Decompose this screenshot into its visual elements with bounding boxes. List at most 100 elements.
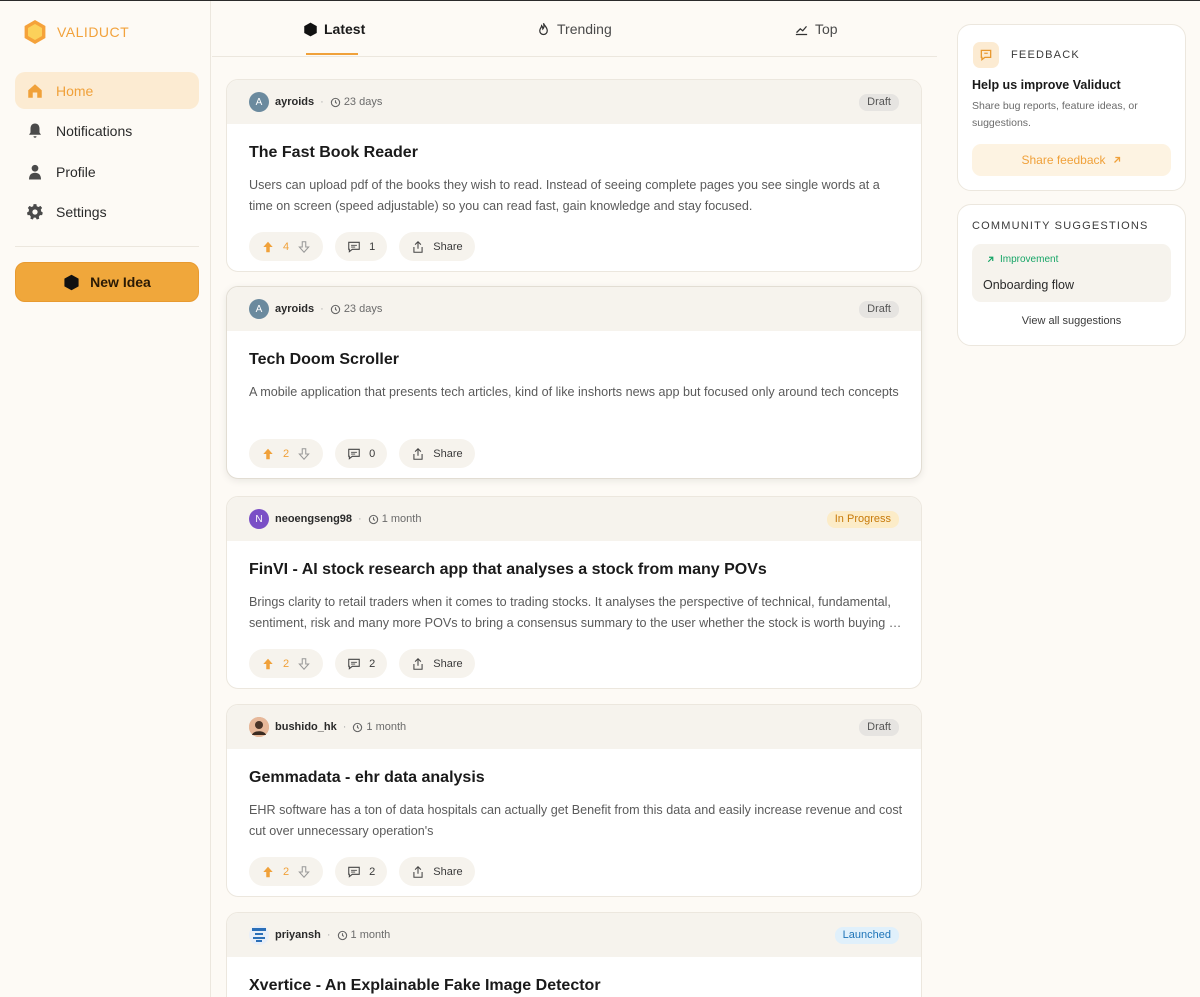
upvote-icon[interactable] bbox=[261, 865, 275, 879]
comments-button[interactable]: 0 bbox=[335, 439, 388, 468]
feedback-title: Help us improve Validuct bbox=[972, 78, 1121, 92]
sidebar-item-settings[interactable]: Settings bbox=[15, 194, 199, 231]
share-icon bbox=[413, 865, 423, 878]
arrow-up-right-icon bbox=[1113, 156, 1120, 163]
share-label: Share bbox=[433, 657, 463, 670]
status-badge: Draft bbox=[859, 301, 899, 318]
separator-dot: · bbox=[320, 303, 324, 315]
new-idea-label: New Idea bbox=[90, 274, 151, 290]
separator-dot: · bbox=[342, 721, 347, 733]
feedback-description: Share bug reports, feature ideas, or sug… bbox=[972, 100, 1138, 129]
brand-logo[interactable]: VALIDUCT bbox=[22, 19, 129, 45]
sidebar-item-profile[interactable]: Profile bbox=[15, 153, 199, 190]
clock-icon bbox=[337, 930, 347, 940]
time-label: 23 days bbox=[343, 303, 383, 315]
flame-icon bbox=[539, 22, 548, 35]
idea-card[interactable]: N neoengseng98 · 1 month In Progress Fin… bbox=[226, 496, 922, 689]
sidebar-item-home[interactable]: Home bbox=[15, 72, 199, 109]
suggestion-item[interactable]: Improvement Onboarding flow bbox=[972, 244, 1171, 302]
hexagon-icon bbox=[304, 22, 317, 36]
share-button[interactable]: Share bbox=[399, 439, 475, 468]
status-badge: Draft bbox=[859, 719, 899, 736]
comments-button[interactable]: 1 bbox=[335, 232, 388, 261]
author-name[interactable]: ayroids bbox=[275, 96, 314, 108]
author-name[interactable]: ayroids bbox=[275, 303, 314, 315]
author-name[interactable]: neoengseng98 bbox=[275, 513, 352, 525]
upvote-icon[interactable] bbox=[261, 447, 275, 461]
status-badge: Launched bbox=[834, 927, 899, 944]
idea-title[interactable]: Tech Doom Scroller bbox=[249, 351, 399, 369]
sidebar-item-label: Notifications bbox=[56, 123, 133, 139]
new-idea-button[interactable]: New Idea bbox=[15, 262, 199, 302]
share-icon bbox=[413, 657, 423, 670]
idea-title[interactable]: The Fast Book Reader bbox=[249, 144, 418, 162]
idea-description: Users can upload pdf of the books they w… bbox=[249, 178, 880, 213]
separator-dot: · bbox=[320, 96, 324, 108]
vote-count: 2 bbox=[283, 657, 290, 670]
avatar[interactable] bbox=[249, 925, 269, 945]
share-label: Share bbox=[433, 240, 463, 253]
time-label: 1 month bbox=[381, 513, 422, 525]
comments-button[interactable]: 2 bbox=[335, 857, 388, 886]
vote-control: 2 bbox=[249, 649, 324, 678]
time-label: 1 month bbox=[366, 721, 407, 733]
share-button[interactable]: Share bbox=[399, 857, 475, 886]
sidebar: VALIDUCT Home Notifications Profile Sett… bbox=[0, 1, 211, 997]
user-logo-icon bbox=[252, 928, 266, 942]
arrow-up-right-icon bbox=[987, 256, 994, 263]
idea-description: Brings clarity to retail traders when it… bbox=[249, 595, 900, 630]
user-photo-icon bbox=[249, 717, 269, 737]
time-label: 23 days bbox=[343, 96, 383, 108]
downvote-icon[interactable] bbox=[297, 447, 311, 461]
idea-card[interactable]: A ayroids · 23 days Draft The Fast Book … bbox=[226, 79, 922, 272]
author-name[interactable]: bushido_hk bbox=[275, 721, 337, 733]
card-header: priyansh · 1 month Launched bbox=[227, 913, 921, 957]
idea-card[interactable]: bushido_hk · 1 month Draft Gemmadata - e… bbox=[226, 704, 922, 897]
comment-count: 2 bbox=[369, 865, 376, 878]
tab-top[interactable]: Top bbox=[794, 1, 838, 57]
share-icon bbox=[413, 240, 423, 253]
sidebar-item-notifications[interactable]: Notifications bbox=[15, 113, 199, 150]
separator-dot: · bbox=[358, 513, 362, 525]
status-badge: Draft bbox=[859, 94, 899, 111]
share-button[interactable]: Share bbox=[399, 232, 475, 261]
idea-title[interactable]: Gemmadata - ehr data analysis bbox=[249, 769, 485, 787]
downvote-icon[interactable] bbox=[297, 240, 311, 254]
idea-title[interactable]: FinVI - AI stock research app that analy… bbox=[249, 561, 767, 579]
upvote-icon[interactable] bbox=[261, 657, 275, 671]
gear-icon bbox=[26, 204, 43, 220]
card-header: N neoengseng98 · 1 month In Progress bbox=[227, 497, 921, 541]
feedback-icon-wrap bbox=[973, 42, 999, 68]
idea-card[interactable]: priyansh · 1 month Launched Xvertice - A… bbox=[226, 912, 922, 997]
avatar[interactable]: A bbox=[249, 299, 269, 319]
comment-icon bbox=[348, 866, 360, 878]
idea-title[interactable]: Xvertice - An Explainable Fake Image Det… bbox=[249, 977, 601, 995]
upvote-icon[interactable] bbox=[261, 240, 275, 254]
downvote-icon[interactable] bbox=[297, 657, 311, 671]
view-all-suggestions-link[interactable]: View all suggestions bbox=[958, 315, 1185, 327]
author-name[interactable]: priyansh bbox=[275, 929, 321, 941]
tab-latest[interactable]: Latest bbox=[303, 1, 365, 57]
tab-trending[interactable]: Trending bbox=[536, 1, 612, 57]
vote-control: 2 bbox=[249, 857, 324, 886]
downvote-icon[interactable] bbox=[297, 865, 311, 879]
avatar[interactable] bbox=[249, 717, 269, 737]
idea-card[interactable]: A ayroids · 23 days Draft Tech Doom Scro… bbox=[226, 286, 922, 479]
validuct-logo-icon bbox=[24, 20, 46, 44]
share-feedback-button[interactable]: Share feedback bbox=[972, 144, 1171, 176]
comments-button[interactable]: 2 bbox=[335, 649, 388, 678]
avatar[interactable]: N bbox=[249, 509, 269, 529]
share-button[interactable]: Share bbox=[399, 649, 475, 678]
chart-line-icon bbox=[795, 25, 808, 35]
comment-icon bbox=[348, 448, 360, 460]
message-square-icon bbox=[980, 49, 992, 62]
suggestion-tag: Improvement bbox=[986, 254, 1058, 265]
post-time: 23 days bbox=[330, 303, 383, 315]
share-feedback-label: Share feedback bbox=[1021, 153, 1106, 167]
avatar[interactable]: A bbox=[249, 92, 269, 112]
post-time: 1 month bbox=[368, 513, 422, 525]
card-header: A ayroids · 23 days Draft bbox=[227, 287, 921, 331]
clock-icon bbox=[330, 97, 340, 107]
card-header: bushido_hk · 1 month Draft bbox=[227, 705, 921, 749]
feedback-label: FEEDBACK bbox=[1011, 49, 1080, 61]
